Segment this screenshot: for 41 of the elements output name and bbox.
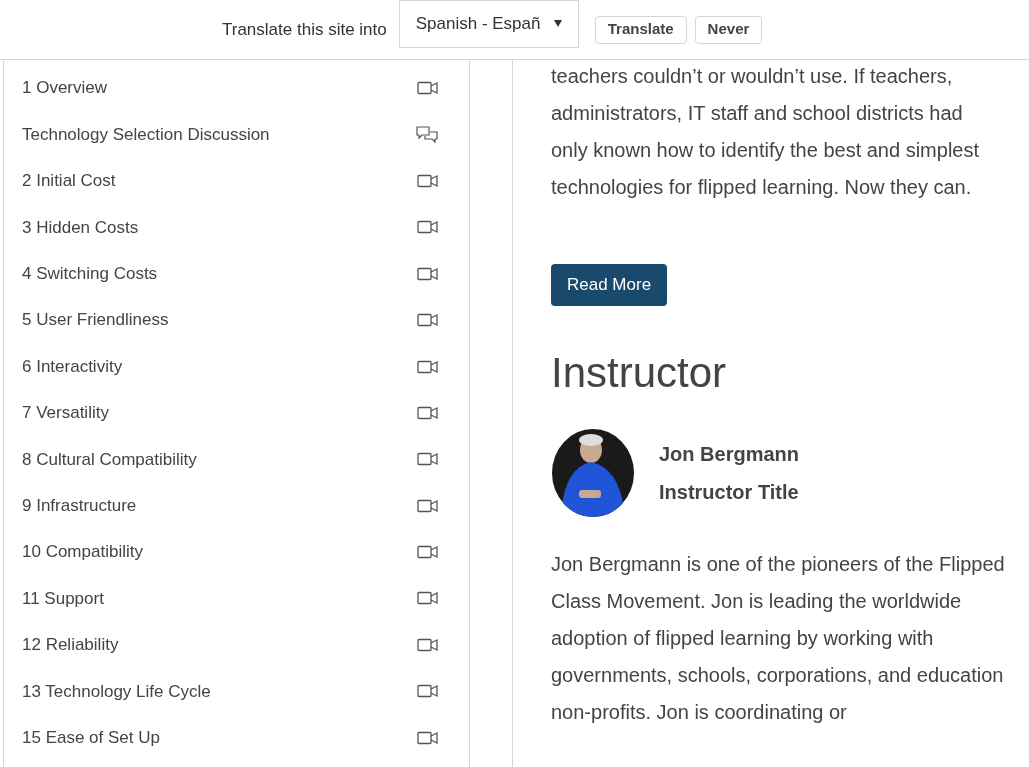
caret-icon — [553, 20, 562, 27]
lesson-item[interactable]: 4 Switching Costs — [4, 250, 469, 297]
chat-bubbles-icon — [415, 124, 439, 145]
lesson-item[interactable]: 7 Versatility — [4, 389, 469, 437]
video-camera-icon — [417, 313, 439, 328]
instructor-name: Jon Bergmann — [659, 442, 800, 467]
lesson-item[interactable]: 8 Cultural Compatibility — [4, 436, 469, 483]
video-camera-icon — [417, 173, 439, 188]
video-camera-icon — [417, 452, 439, 467]
language-select[interactable]: Spanish - Españ — [398, 0, 579, 48]
video-camera-icon — [417, 730, 439, 745]
translate-bar-button[interactable]: Translate — [594, 15, 687, 44]
instructor-title: Instructor Title — [659, 480, 800, 505]
translate-label: Translate this site into — [222, 18, 387, 41]
lesson-item[interactable]: 11 Support — [4, 575, 469, 622]
video-camera-icon — [417, 591, 439, 606]
instructor-bio: Jon Bergmann is one of the pioneers of the Flipped Class Movement. Jon is leading the worldwide adoption of flipped learning by working with governments, schools, corporations, and education non-profits. Jon is coordinating or — [551, 552, 1006, 725]
video-camera-icon — [417, 684, 439, 699]
video-camera-icon — [417, 498, 439, 513]
video-camera-icon — [417, 220, 439, 235]
instructor-heading: Instructor — [551, 348, 728, 398]
lesson-item[interactable]: 1 Overview — [4, 65, 469, 112]
lesson-item[interactable]: 10 Compatibility — [4, 528, 469, 576]
lesson-item[interactable]: 9 Infrastructure — [4, 482, 469, 529]
translate-bar-button[interactable]: Never — [694, 15, 763, 44]
lesson-item[interactable]: 2 Initial Cost — [4, 157, 469, 205]
video-camera-icon — [417, 359, 439, 374]
lesson-item[interactable]: 15 Ease of Set Up — [4, 714, 469, 761]
course-description: teachers couldn’t or wouldn’t use. If teachers, administrators, IT staff and school districts had only known how to identify the best and simplest technologies for flipped learning. Now they can. — [551, 64, 981, 200]
video-camera-icon — [417, 545, 439, 560]
lesson-item[interactable]: 5 User Friendliness — [4, 296, 469, 344]
lesson-item[interactable]: 13 Technology Life Cycle — [4, 668, 469, 715]
video-camera-icon — [417, 405, 439, 420]
video-camera-icon — [417, 81, 439, 96]
read-more-button[interactable]: Read More — [551, 264, 668, 306]
lesson-item[interactable]: 6 Interactivity — [4, 343, 469, 390]
lesson-item[interactable]: 12 Reliability — [4, 621, 469, 669]
lesson-item[interactable]: 3 Hidden Costs — [4, 204, 469, 251]
video-camera-icon — [417, 637, 439, 652]
lesson-item[interactable]: Technology Selection Discussion — [4, 111, 469, 158]
video-camera-icon — [417, 266, 439, 281]
